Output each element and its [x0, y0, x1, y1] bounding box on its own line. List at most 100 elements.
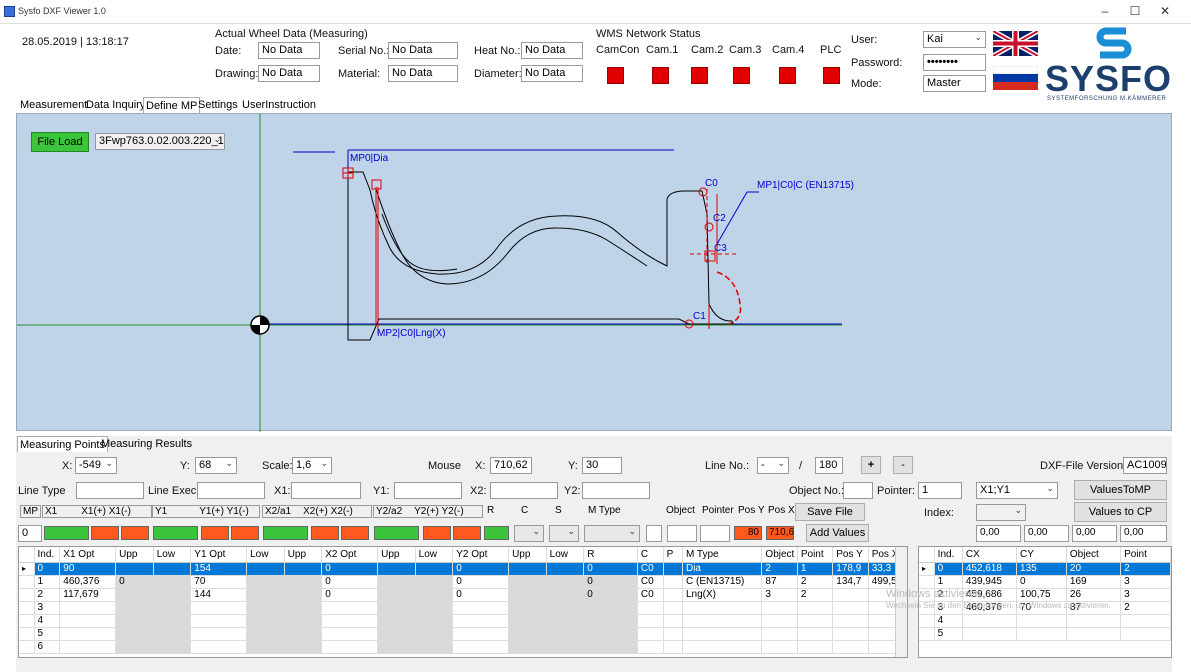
cp-table-cell[interactable]	[1120, 627, 1171, 641]
mp-table-cell[interactable]: 134,7	[832, 575, 869, 589]
mp-table-cell[interactable]	[115, 627, 154, 641]
mp-table-cell[interactable]	[508, 562, 547, 576]
mp-table-cell[interactable]	[415, 575, 454, 589]
line-type-field[interactable]	[76, 482, 144, 499]
mp-table-cell[interactable]	[377, 575, 416, 589]
x-select[interactable]: -549 ⌄	[75, 457, 117, 474]
cp-table-cell[interactable]: 4	[934, 614, 963, 628]
cp-table-cell[interactable]	[1066, 627, 1122, 641]
mp-table-cell[interactable]	[546, 601, 585, 615]
mp-table-cell[interactable]	[583, 601, 638, 615]
mp-table-cell[interactable]	[115, 640, 154, 654]
mp-table-header-cell[interactable]: Pos Y	[832, 547, 869, 563]
cp-table-cell[interactable]: 3	[1120, 588, 1171, 602]
row-selector-icon[interactable]	[19, 627, 35, 641]
mp-table-cell[interactable]	[663, 562, 683, 576]
cp-table-cell[interactable]: 0	[1016, 575, 1067, 589]
tab-measuring-points[interactable]: Measuring Points	[17, 436, 108, 452]
xy-select[interactable]: X1;Y1 ⌄	[976, 482, 1058, 499]
mp-table-cell[interactable]	[115, 601, 154, 615]
mp-table-cell[interactable]	[415, 601, 454, 615]
mp-table-cell[interactable]	[153, 575, 192, 589]
scale-select[interactable]: 1,6 ⌄	[292, 457, 332, 474]
tab-define-mp[interactable]: Define MP	[143, 97, 201, 113]
cp-table-cell[interactable]	[1066, 614, 1122, 628]
mp-table-cell[interactable]	[377, 601, 416, 615]
mp-table-cell[interactable]: 0	[321, 588, 379, 602]
mp-table-cell[interactable]	[246, 562, 285, 576]
mp-table[interactable]: Ind. X1 Opt Upp Low Y1 Opt Low Upp X2 Opt Upp Low…	[18, 546, 908, 658]
mp-table-header-cell[interactable]: Object	[761, 547, 798, 563]
mp-table-cell[interactable]: Lng(X)	[682, 588, 763, 602]
mp-table-cell[interactable]	[508, 627, 547, 641]
y1-minus-input[interactable]	[231, 526, 259, 540]
mp-table-cell[interactable]	[377, 627, 416, 641]
cp-table-row[interactable]: 4	[919, 614, 1171, 628]
index-select[interactable]: ⌄	[976, 504, 1026, 521]
mp-table-cell[interactable]	[284, 575, 323, 589]
mp-table-row[interactable]: 6	[19, 640, 902, 654]
mp-table-cell[interactable]: 2	[797, 588, 834, 602]
mp-table-header-cell[interactable]: Y1 Opt	[190, 547, 248, 563]
mp-table-cell[interactable]: 90	[59, 562, 117, 576]
mp-table-cell[interactable]: C (EN13715)	[682, 575, 763, 589]
mp-table-cell[interactable]	[153, 614, 192, 628]
mp-table-header-cell[interactable]: Ind.	[34, 547, 61, 563]
mp-table-cell[interactable]	[663, 614, 683, 628]
mp-table-cell[interactable]	[637, 601, 664, 615]
mp-table-cell[interactable]	[682, 627, 763, 641]
mp-table-cell[interactable]	[663, 640, 683, 654]
mp-index-select[interactable]: 0	[18, 525, 42, 542]
mp-table-header-cell[interactable]: Low	[246, 547, 285, 563]
mp-table-cell[interactable]: 0	[583, 562, 638, 576]
mp-table-cell[interactable]	[246, 588, 285, 602]
cp-table-header-cell[interactable]: CX	[962, 547, 1018, 563]
mp-table-cell[interactable]	[246, 575, 285, 589]
p-checkbox[interactable]	[646, 525, 662, 542]
mp-table-cell[interactable]	[284, 640, 323, 654]
mp-table-cell[interactable]: 2	[761, 562, 798, 576]
mp-table-cell[interactable]	[377, 562, 416, 576]
password-field[interactable]: ••••••••	[923, 54, 986, 71]
row-selector-icon[interactable]	[919, 627, 935, 641]
mp-table-cell[interactable]	[284, 588, 323, 602]
mp-table-cell[interactable]: 4	[34, 614, 61, 628]
mp-table-header-cell[interactable]: C	[637, 547, 664, 563]
line-minus-button[interactable]: -	[893, 456, 913, 474]
mp-table-cell[interactable]	[284, 601, 323, 615]
maximize-button[interactable]: ☐	[1120, 4, 1150, 20]
mp-table-cell[interactable]	[637, 614, 664, 628]
russia-flag-icon[interactable]	[993, 66, 1038, 90]
object-input[interactable]	[667, 525, 697, 542]
cp-table-cell[interactable]	[1016, 627, 1067, 641]
mp-table-cell[interactable]: 0	[452, 575, 510, 589]
mp-table-cell[interactable]	[153, 627, 192, 641]
cp-value-2[interactable]: 0,00	[1024, 525, 1069, 542]
mp-table-header-cell[interactable]: Upp	[115, 547, 154, 563]
mp-table-cell[interactable]	[246, 614, 285, 628]
mp-table-cell[interactable]	[415, 588, 454, 602]
y1-input[interactable]	[153, 526, 198, 540]
mp-table-cell[interactable]	[797, 627, 834, 641]
diameter-field[interactable]: No Data	[521, 65, 583, 82]
mp-table-cell[interactable]: C0	[637, 575, 664, 589]
mp-table-header-cell[interactable]: Point	[797, 547, 834, 563]
mp-table-cell[interactable]	[452, 627, 510, 641]
material-field[interactable]: No Data	[388, 65, 458, 82]
y2-input[interactable]	[374, 526, 419, 540]
mp-table-cell[interactable]	[415, 640, 454, 654]
mp-table-header-cell[interactable]: Low	[415, 547, 454, 563]
cp-table-cell[interactable]: 169	[1066, 575, 1122, 589]
mp-table-cell[interactable]: 5	[34, 627, 61, 641]
mp-table-cell[interactable]: 154	[190, 562, 248, 576]
mp-table-cell[interactable]	[832, 640, 869, 654]
add-values-button[interactable]: Add Values	[806, 524, 869, 542]
mp-table-cell[interactable]	[452, 640, 510, 654]
mp-table-cell[interactable]	[761, 627, 798, 641]
mp-table-cell[interactable]	[59, 614, 117, 628]
mp-table-cell[interactable]	[546, 588, 585, 602]
mp-table-cell[interactable]	[115, 614, 154, 628]
mp-table-cell[interactable]	[797, 640, 834, 654]
mp-table-cell[interactable]	[546, 575, 585, 589]
cp-table-cell[interactable]: 20	[1066, 562, 1122, 576]
